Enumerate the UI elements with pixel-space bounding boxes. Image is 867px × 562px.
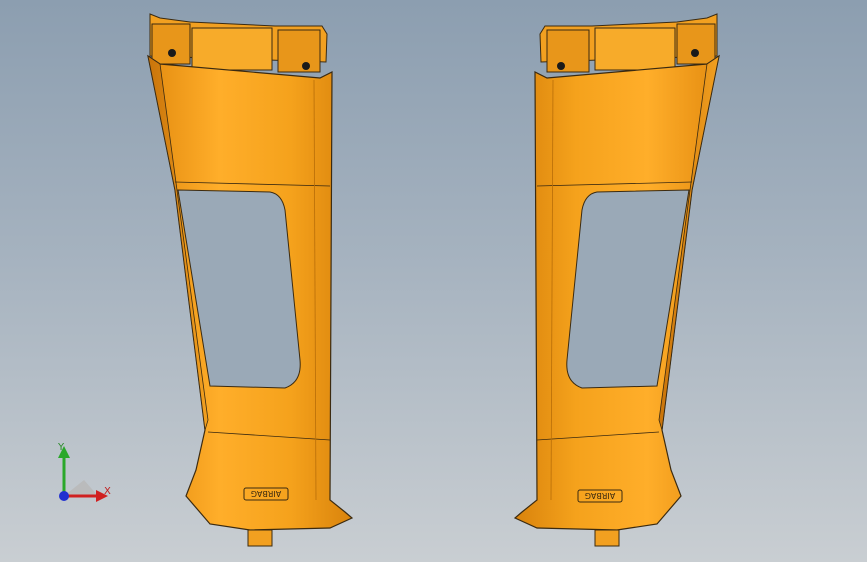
triad-axes-icon [58,446,108,502]
y-axis-label: Y [58,442,65,453]
clip-hole [691,49,699,57]
clip-hole [302,62,310,70]
reference-triad: Y X [40,440,120,510]
pillar-trim-left[interactable]: AIRBAG [147,13,354,547]
clip-hole [168,49,176,57]
airbag-emboss-right: AIRBAG [585,491,615,500]
graphics-viewport[interactable]: AIRBAG AIRBAG Y X [0,0,867,562]
x-axis-label: X [104,486,111,497]
clip-hole [557,62,565,70]
pillar-trim-right[interactable]: AIRBAG [513,13,720,547]
model-view[interactable]: AIRBAG AIRBAG [0,0,867,562]
airbag-emboss-left: AIRBAG [251,489,281,498]
